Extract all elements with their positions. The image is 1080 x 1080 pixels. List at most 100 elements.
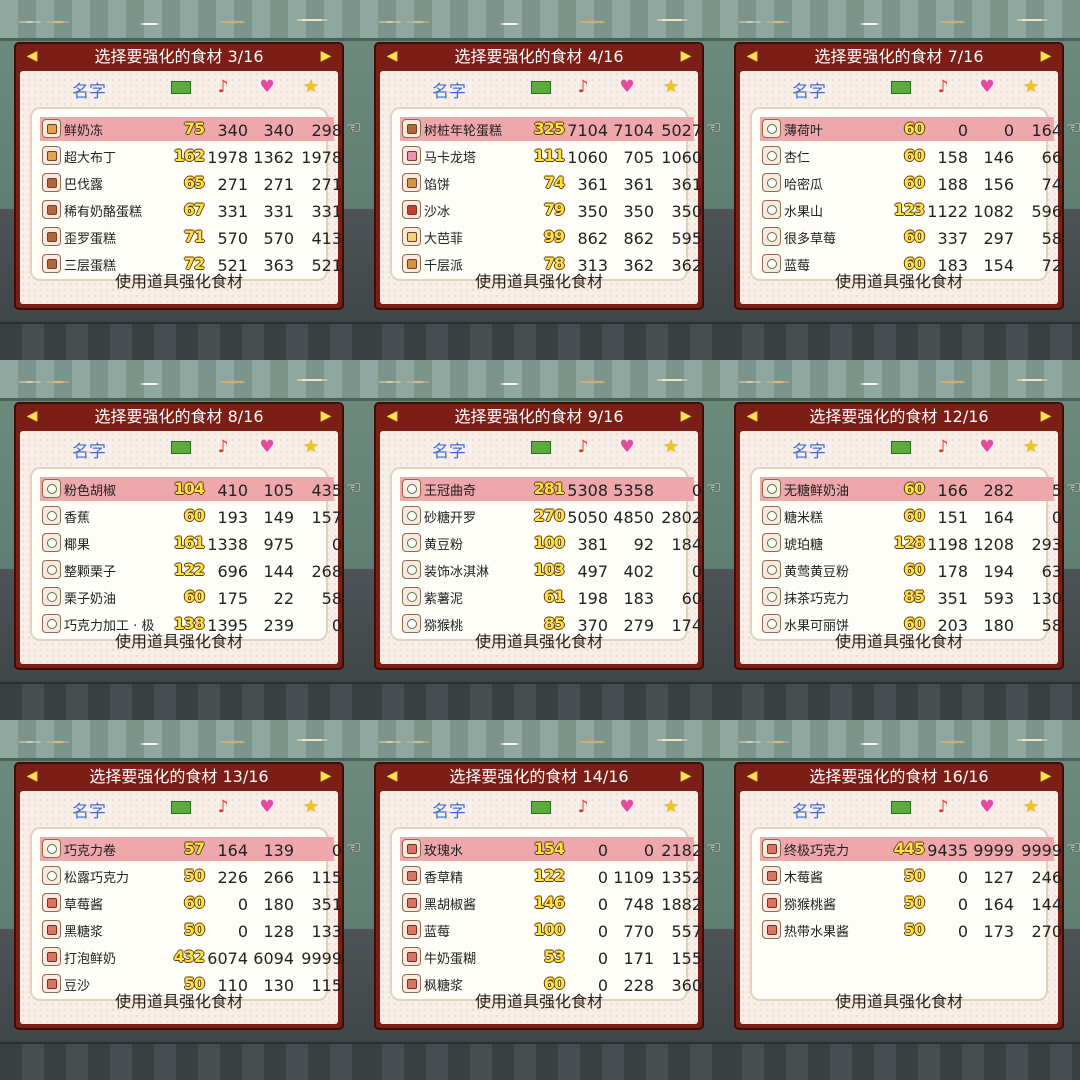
jar-icon	[402, 893, 421, 912]
ingredient-level: 154	[533, 839, 565, 858]
ingredient-row[interactable]: 黑糖浆 50 0 128 133	[40, 918, 342, 942]
panel-title: 选择要强化的食材 8/16	[94, 407, 264, 426]
ingredient-row[interactable]: 粉色胡椒 104 410 105 435 ☜	[40, 477, 360, 501]
ingredient-name: 抹茶巧克力	[784, 592, 850, 607]
money-value: 0	[597, 841, 608, 860]
jar-icon	[42, 893, 61, 912]
name-column-label: 名字	[72, 82, 106, 102]
use-item-enhance-button[interactable]: 使用道具强化食材	[740, 268, 1058, 292]
ingredient-row[interactable]: 终极巧克力 445 9435 9999 9999 ☜	[760, 837, 1080, 861]
heart-value: 413	[311, 229, 342, 248]
ingredient-row[interactable]: 歪罗蛋糕 71 570 570 413	[40, 225, 342, 249]
music-value: 6094	[253, 949, 294, 968]
use-item-enhance-button[interactable]: 使用道具强化食材	[740, 628, 1058, 652]
ingredient-row[interactable]: 整颗栗子 122 696 144 268	[40, 558, 342, 582]
ingredient-row[interactable]: 椰果 161 1338 975 0	[40, 531, 342, 555]
ingredient-row[interactable]: 稀有奶酪蛋糕 67 331 331 331	[40, 198, 342, 222]
ingredient-row[interactable]: 鲜奶冻 75 340 340 298 ☜	[40, 117, 360, 141]
ingredient-row[interactable]: 巴伐露 65 271 271 271	[40, 171, 342, 195]
ingredient-row[interactable]: 黑胡椒酱 146 0 748 1882	[400, 891, 702, 915]
ingredient-name: 猕猴桃酱	[784, 898, 837, 913]
ingredient-row[interactable]: 紫薯泥 61 198 183 60	[400, 585, 702, 609]
column-header: 名字 ♪ ♥ ★	[740, 431, 1058, 463]
next-page-arrow-icon[interactable]: ▶	[674, 404, 698, 429]
herb-icon	[402, 587, 421, 606]
ingredient-row[interactable]: 杏仁 60 158 146 66	[760, 144, 1062, 168]
star-icon: ★	[663, 437, 679, 457]
ingredient-row[interactable]: 超大布丁 162 1978 1362 1978	[40, 144, 342, 168]
ingredient-level: 162	[173, 146, 205, 165]
ingredient-row[interactable]: 树桩年轮蛋糕 325 7104 7104 5027 ☜	[400, 117, 720, 141]
music-value: 164	[983, 895, 1014, 914]
ingredient-row[interactable]: 哈密瓜 60 188 156 74	[760, 171, 1062, 195]
next-page-arrow-icon[interactable]: ▶	[1034, 44, 1058, 69]
ingredient-row[interactable]: 松露巧克力 50 226 266 115	[40, 864, 342, 888]
ingredient-list: 树桩年轮蛋糕 325 7104 7104 5027 ☜ 马卡龙塔 111 1060 705 1060…	[390, 107, 720, 281]
ingredient-row[interactable]: 无糖鲜奶油 60 166 282 5 ☜	[760, 477, 1080, 501]
ingredient-row[interactable]: 馅饼 74 361 361 361	[400, 171, 702, 195]
ingredient-row[interactable]: 琥珀糖 128 1198 1208 293	[760, 531, 1062, 555]
ingredient-name: 蓝莓	[424, 925, 451, 940]
ingredient-row[interactable]: 玫瑰水 154 0 0 2182 ☜	[400, 837, 720, 861]
use-item-enhance-button[interactable]: 使用道具强化食材	[380, 268, 698, 292]
next-page-arrow-icon[interactable]: ▶	[674, 44, 698, 69]
ingredient-row[interactable]: 王冠曲奇 281 5308 5358 0 ☜	[400, 477, 720, 501]
money-value: 271	[217, 175, 248, 194]
next-page-arrow-icon[interactable]: ▶	[674, 764, 698, 789]
ingredient-row[interactable]: 大芭菲 99 862 862 595	[400, 225, 702, 249]
use-item-enhance-button[interactable]: 使用道具强化食材	[20, 268, 338, 292]
heart-value: 0	[331, 535, 342, 554]
next-page-arrow-icon[interactable]: ▶	[314, 764, 338, 789]
use-item-enhance-button[interactable]: 使用道具强化食材	[20, 988, 338, 1012]
herb-icon	[42, 866, 61, 885]
next-page-arrow-icon[interactable]: ▶	[314, 404, 338, 429]
next-page-arrow-icon[interactable]: ▶	[1034, 404, 1058, 429]
herb-icon	[762, 200, 781, 219]
ingredient-level: 111	[533, 146, 565, 165]
heart-value: 58	[1041, 229, 1062, 248]
heart-value: 435	[311, 481, 342, 500]
use-item-enhance-button[interactable]: 使用道具强化食材	[740, 988, 1058, 1012]
music-note-icon: ♪	[937, 437, 949, 457]
ingredient-row[interactable]: 抹茶巧克力 85 351 593 130	[760, 585, 1062, 609]
ingredient-row[interactable]: 砂糖开罗 270 5050 4850 2802	[400, 504, 702, 528]
money-icon	[890, 797, 912, 817]
ingredient-level: 60	[183, 587, 205, 606]
use-item-enhance-button[interactable]: 使用道具强化食材	[20, 628, 338, 652]
ingredient-row[interactable]: 装饰冰淇淋 103 497 402 0	[400, 558, 702, 582]
ingredient-row[interactable]: 薄荷叶 60 0 0 164 ☜	[760, 117, 1080, 141]
column-header: 名字 ♪ ♥ ★	[20, 791, 338, 823]
ingredient-row[interactable]: 马卡龙塔 111 1060 705 1060	[400, 144, 702, 168]
ingredient-row[interactable]: 很多草莓 60 337 297 58	[760, 225, 1062, 249]
heart-value: 2182	[661, 841, 702, 860]
heart-icon: ♥	[259, 797, 275, 817]
ingredient-row[interactable]: 蓝莓 100 0 770 557	[400, 918, 702, 942]
ingredient-row[interactable]: 黄豆粉 100 381 92 184	[400, 531, 702, 555]
ingredient-row[interactable]: 香草精 122 0 1109 1352	[400, 864, 702, 888]
ingredient-name: 粉色胡椒	[64, 484, 117, 499]
panel-content: 名字 ♪ ♥ ★ 粉色胡椒 104 410 105 435 ☜ 香蕉 60 193 149 157 椰果 161…	[20, 431, 360, 664]
next-page-arrow-icon[interactable]: ▶	[1034, 764, 1058, 789]
ingredient-row[interactable]: 水果山 123 1122 1082 596	[760, 198, 1062, 222]
use-item-enhance-button[interactable]: 使用道具强化食材	[380, 628, 698, 652]
ingredient-row[interactable]: 糖米糕 60 151 164 0	[760, 504, 1062, 528]
ingredient-row[interactable]: 打泡鲜奶 432 6074 6094 9999	[40, 945, 342, 969]
ingredient-row[interactable]: 热带水果酱 50 0 173 270	[760, 918, 1062, 942]
ingredient-row[interactable]: 黄莺黄豆粉 60 178 194 63	[760, 558, 1062, 582]
ingredient-row[interactable]: 草莓酱 60 0 180 351	[40, 891, 342, 915]
jar-icon	[402, 866, 421, 885]
money-value: 570	[217, 229, 248, 248]
ingredient-level: 67	[183, 200, 205, 219]
next-page-arrow-icon[interactable]: ▶	[314, 44, 338, 69]
ingredient-row[interactable]: 香蕉 60 193 149 157	[40, 504, 342, 528]
ingredient-row[interactable]: 猕猴桃酱 50 0 164 144	[760, 891, 1062, 915]
ingredient-row[interactable]: 栗子奶油 60 175 22 58	[40, 585, 342, 609]
use-item-enhance-button[interactable]: 使用道具强化食材	[380, 988, 698, 1012]
money-value: 497	[577, 562, 608, 581]
ingredient-row[interactable]: 牛奶蛋糊 53 0 171 155	[400, 945, 702, 969]
ingredient-row[interactable]: 巧克力卷 57 164 139 0 ☜	[40, 837, 360, 861]
ingredient-row[interactable]: 沙冰 79 350 350 350	[400, 198, 702, 222]
ingredient-row[interactable]: 木莓酱 50 0 127 246	[760, 864, 1062, 888]
ingredient-level: 60	[903, 146, 925, 165]
pudding-icon	[42, 146, 61, 165]
